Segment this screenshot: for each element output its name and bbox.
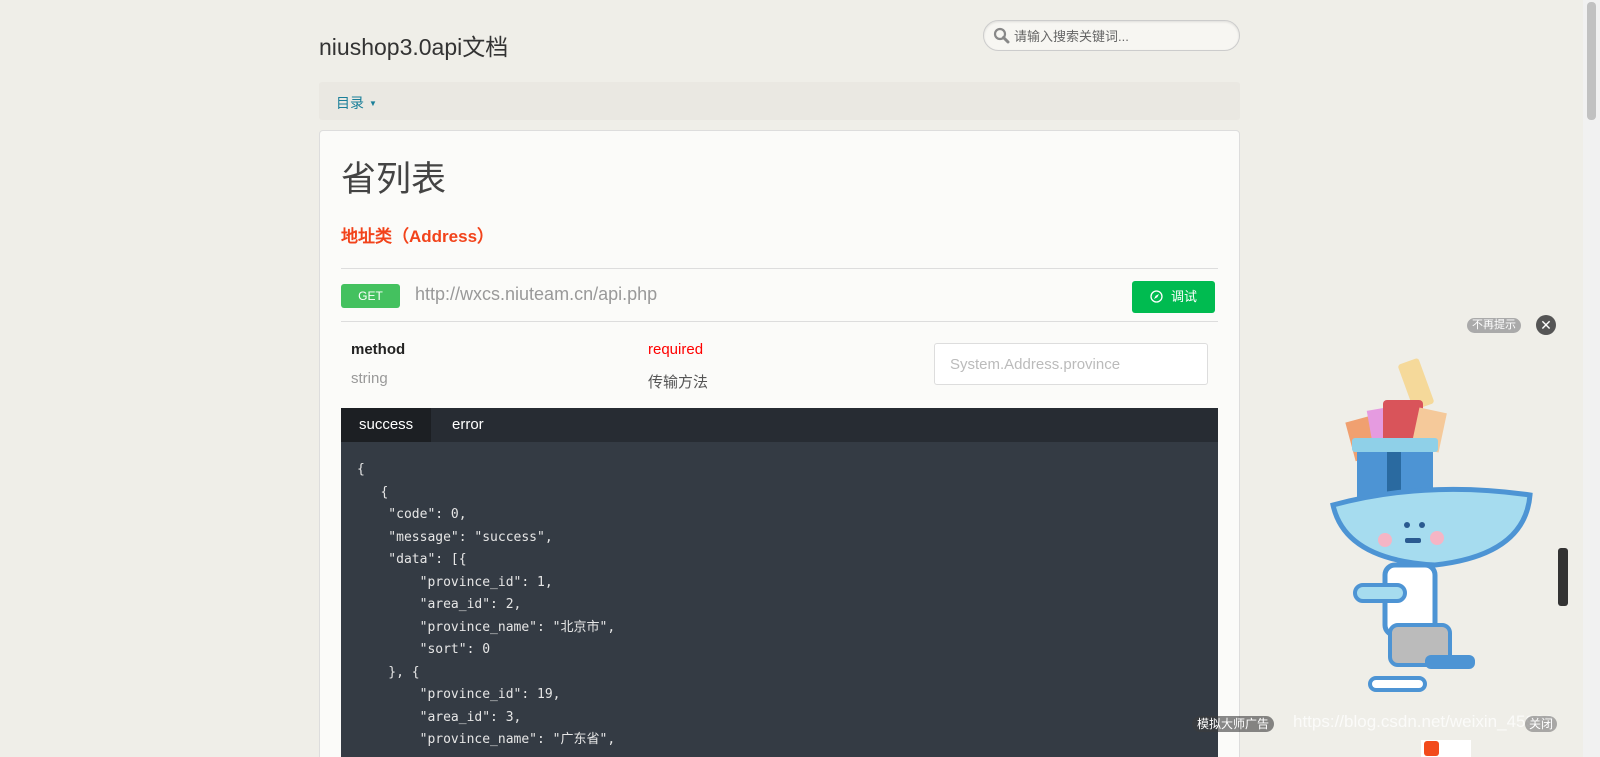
api-card: 省列表 地址类（Address） GET http://wxcs.niuteam… [319,130,1240,757]
compass-icon [1150,290,1163,303]
divider [341,321,1218,322]
ad-close-button[interactable]: 关闭 [1525,716,1558,732]
ime-toolbar[interactable] [1421,740,1471,757]
tab-error[interactable]: error [434,408,502,442]
search-box[interactable] [983,20,1240,51]
page-title: 省列表 [341,160,447,199]
category-label: 地址类（Address） [341,227,495,246]
divider [341,268,1218,269]
ad-close-icon[interactable]: ✕ [1536,315,1556,335]
sogou-icon [1424,741,1439,756]
site-title: niushop3.0api文档 [319,34,509,60]
response-tabs: success error [341,408,1218,442]
param-description: 传输方法 [648,374,709,391]
tab-success[interactable]: success [341,408,432,442]
toc-label: 目录 [336,95,364,111]
watermark: https://blog.csdn.net/weixin_45932 [1293,712,1554,731]
ad-label: 模拟大师广告 [1192,716,1275,732]
method-badge: GET [341,284,400,308]
response-code: { { "code": 0, "message": "success", "da… [341,442,1218,757]
debug-button[interactable]: 调试 [1132,281,1215,313]
method-input[interactable] [934,343,1208,385]
caret-down-icon: ▼ [369,99,377,108]
search-input[interactable] [1014,26,1229,46]
param-type: string [351,370,388,387]
endpoint-url: http://wxcs.niuteam.cn/api.php [415,284,658,304]
search-icon [993,27,1010,44]
debug-label: 调试 [1170,289,1197,304]
nav-bar: 目录 ▼ [319,82,1240,120]
param-required: required [648,341,704,358]
mascot-ad-image[interactable] [1325,340,1535,700]
toc-menu[interactable]: 目录 ▼ [336,93,377,113]
param-name: method [351,341,406,358]
scrollbar-thumb[interactable] [1587,2,1596,120]
vertical-scrollbar[interactable] [1583,0,1600,757]
ad-no-more-button[interactable]: 不再提示 [1467,318,1521,333]
side-widget[interactable] [1558,548,1568,606]
